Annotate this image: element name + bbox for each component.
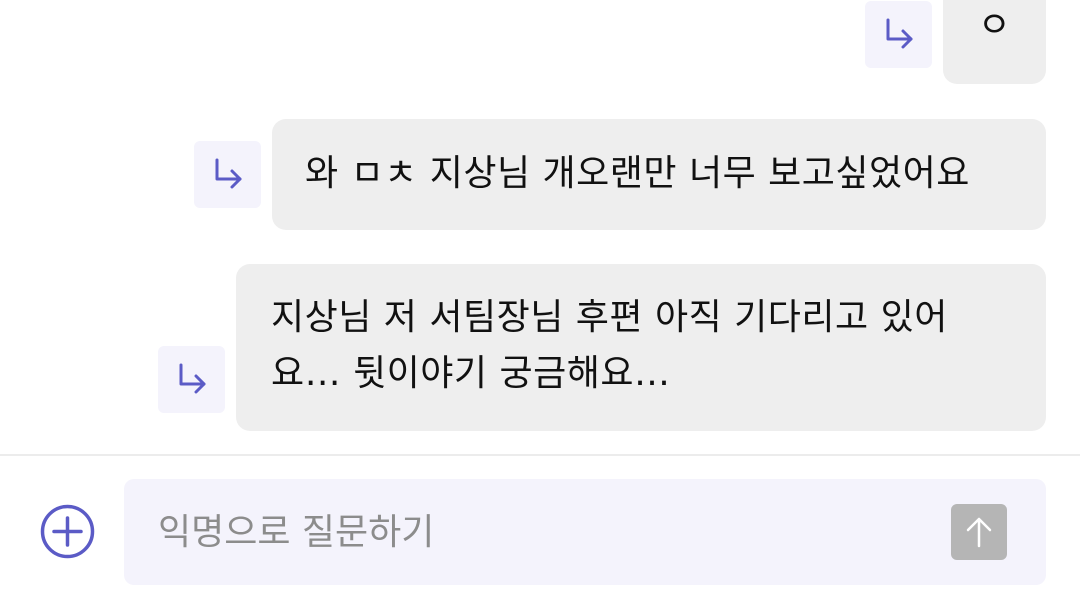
- message-row: 지상님 저 서팀장님 후편 아직 기다리고 있어요… 뒷이야기 궁금해요…: [158, 264, 1046, 431]
- chat-screen: ㅇ 와 ㅁㅊ 지상님 개오랜만 너무 보고싶었어요 지상님 저 서팀장님 후편 …: [0, 0, 1080, 608]
- reply-button[interactable]: [158, 346, 225, 413]
- message-bubble: 지상님 저 서팀장님 후편 아직 기다리고 있어요… 뒷이야기 궁금해요…: [236, 264, 1046, 431]
- arrow-up-icon: [966, 517, 992, 548]
- reply-button[interactable]: [194, 141, 261, 208]
- add-button[interactable]: [40, 504, 95, 559]
- reply-button[interactable]: [865, 1, 932, 68]
- question-composer: [124, 479, 1046, 585]
- reply-arrow-icon: [886, 18, 912, 48]
- plus-circle-icon: [40, 504, 95, 559]
- send-button[interactable]: [951, 504, 1007, 560]
- message-row: 와 ㅁㅊ 지상님 개오랜만 너무 보고싶었어요: [194, 119, 1046, 230]
- reply-arrow-icon: [179, 363, 205, 393]
- question-input[interactable]: [158, 501, 918, 563]
- divider: [0, 454, 1080, 456]
- message-bubble: 와 ㅁㅊ 지상님 개오랜만 너무 보고싶었어요: [272, 119, 1046, 230]
- reply-arrow-icon: [215, 158, 241, 188]
- message-bubble: ㅇ: [943, 0, 1046, 84]
- message-row: ㅇ: [865, 0, 1046, 84]
